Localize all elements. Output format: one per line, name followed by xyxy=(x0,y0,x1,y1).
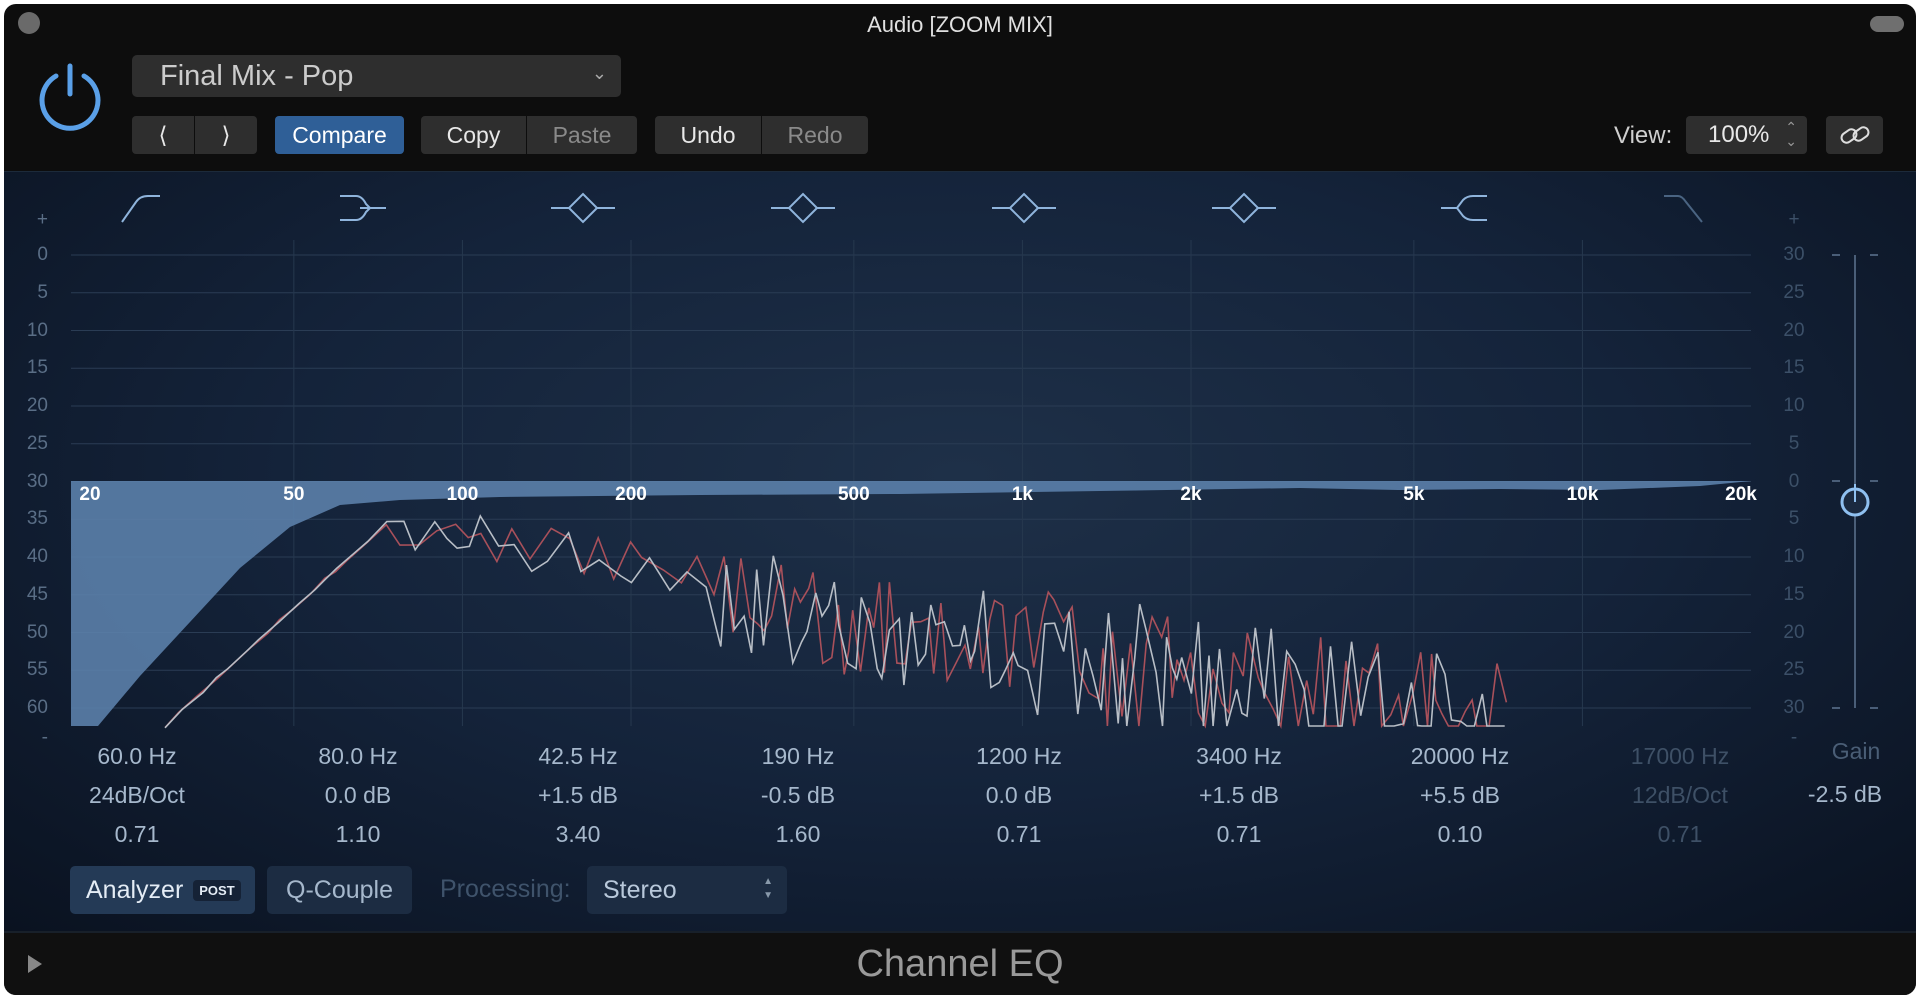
frequency-label: 20 xyxy=(79,484,101,505)
right-scale-label: 15 xyxy=(1783,583,1805,605)
band-6-freq[interactable]: 3400 Hz xyxy=(1149,743,1329,770)
band-7-freq[interactable]: 20000 Hz xyxy=(1370,743,1550,770)
bell-icon[interactable] xyxy=(1212,192,1276,224)
band-6-q[interactable]: 0.71 xyxy=(1149,821,1329,848)
left-scale-label: 55 xyxy=(26,659,48,681)
right-scale-label: 5 xyxy=(1788,508,1800,530)
right-scale-label: 10 xyxy=(1783,395,1805,416)
band-8-gain[interactable]: 12dB/Oct xyxy=(1590,782,1770,809)
frequency-label: 10k xyxy=(1566,484,1599,505)
left-scale-label: + xyxy=(36,209,48,230)
left-scale-label: 40 xyxy=(26,546,48,567)
left-scale-label: 10 xyxy=(26,319,48,341)
band-7-gain[interactable]: +5.5 dB xyxy=(1370,782,1550,809)
right-scale-label: 25 xyxy=(1783,281,1805,303)
left-scale-label: 15 xyxy=(26,357,48,379)
band-5-freq[interactable]: 1200 Hz xyxy=(929,743,1109,770)
processing-dropdown[interactable]: Stereo ▲ ▼ xyxy=(587,866,787,914)
right-scale-label: 20 xyxy=(1783,621,1805,643)
band-4-q[interactable]: 1.60 xyxy=(708,821,888,848)
left-scale-label: 20 xyxy=(26,395,48,416)
left-scale-label: 25 xyxy=(26,432,48,454)
right-scale-label: 15 xyxy=(1783,357,1805,379)
band-8-q[interactable]: 0.71 xyxy=(1590,821,1770,848)
processing-label: Processing: xyxy=(440,875,571,903)
band-3-gain[interactable]: +1.5 dB xyxy=(488,782,668,809)
bell-icon[interactable] xyxy=(551,192,615,224)
band-5-gain[interactable]: 0.0 dB xyxy=(929,782,1109,809)
frequency-label: 2k xyxy=(1180,484,1202,505)
band-4-gain[interactable]: -0.5 dB xyxy=(708,782,888,809)
right-scale-label: 5 xyxy=(1788,432,1800,454)
right-scale-label: 20 xyxy=(1783,319,1805,341)
low-cut-icon[interactable] xyxy=(121,195,160,223)
left-scale-label: - xyxy=(41,727,48,748)
band-5-q[interactable]: 0.71 xyxy=(929,821,1109,848)
band-2-q[interactable]: 1.10 xyxy=(268,821,448,848)
band-7-q[interactable]: 0.10 xyxy=(1370,821,1550,848)
right-scale-label: 0 xyxy=(1788,470,1800,492)
left-scale-label: 35 xyxy=(26,508,48,530)
right-scale-label: + xyxy=(1788,209,1800,230)
frequency-label: 200 xyxy=(615,484,647,505)
band-3-freq[interactable]: 42.5 Hz xyxy=(488,743,668,770)
high-shelf-icon[interactable] xyxy=(1441,195,1487,221)
band-2-freq[interactable]: 80.0 Hz xyxy=(268,743,448,770)
high-cut-icon[interactable] xyxy=(1664,195,1703,223)
gain-label: Gain xyxy=(1831,738,1881,764)
frequency-label: 1k xyxy=(1011,484,1033,505)
bell-icon[interactable] xyxy=(992,192,1056,224)
band-6-gain[interactable]: +1.5 dB xyxy=(1149,782,1329,809)
frequency-label: 500 xyxy=(837,484,870,505)
band-2-gain[interactable]: 0.0 dB xyxy=(268,782,448,809)
right-scale-label: 30 xyxy=(1783,244,1805,265)
bell-icon[interactable] xyxy=(771,192,835,224)
right-scale-label: 10 xyxy=(1783,546,1805,567)
band-3-q[interactable]: 3.40 xyxy=(488,821,668,848)
processing-value: Stereo xyxy=(603,875,677,904)
band-1-freq[interactable]: 60.0 Hz xyxy=(47,743,227,770)
left-scale-label: 5 xyxy=(37,281,48,303)
frequency-label: 100 xyxy=(446,484,479,505)
left-scale-label: 30 xyxy=(26,470,48,492)
frequency-label: 50 xyxy=(283,484,305,505)
post-toggle[interactable]: POST xyxy=(193,879,241,901)
frequency-label: 5k xyxy=(1403,484,1425,505)
left-scale-label: 60 xyxy=(26,697,48,718)
stepper-icon: ▲ ▼ xyxy=(763,876,773,901)
right-scale-label: 30 xyxy=(1783,697,1805,718)
analyzer-button[interactable]: Analyzer POST xyxy=(70,866,255,914)
left-scale-label: 45 xyxy=(26,583,48,605)
q-couple-button[interactable]: Q-Couple xyxy=(267,866,412,914)
band-4-freq[interactable]: 190 Hz xyxy=(708,743,888,770)
band-1-gain[interactable]: 24dB/Oct xyxy=(47,782,227,809)
right-scale-label: 25 xyxy=(1783,659,1805,681)
eq-curve-fill xyxy=(71,481,1751,726)
gain-value[interactable]: -2.5 dB xyxy=(1755,781,1920,808)
left-scale-label: 0 xyxy=(37,244,48,265)
band-1-q[interactable]: 0.71 xyxy=(47,821,227,848)
band-8-freq[interactable]: 17000 Hz xyxy=(1590,743,1770,770)
frequency-label: 20k xyxy=(1725,484,1757,505)
analyzer-label: Analyzer xyxy=(86,875,184,904)
left-scale-label: 50 xyxy=(26,621,48,643)
low-shelf-icon[interactable] xyxy=(340,195,386,221)
